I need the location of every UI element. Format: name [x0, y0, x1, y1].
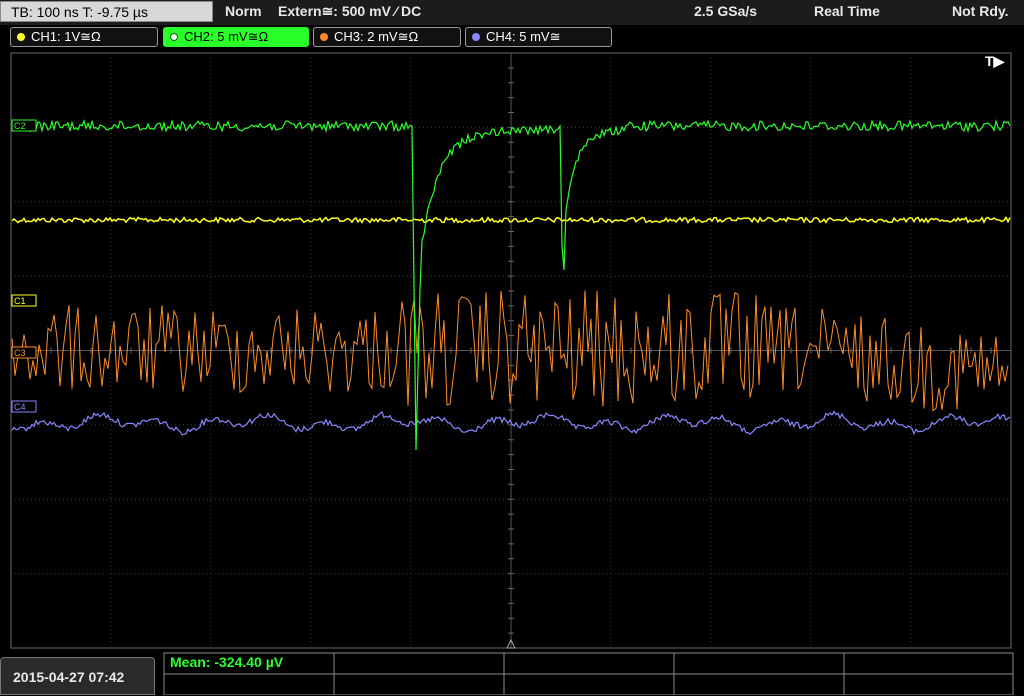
ch2-marker[interactable]: C2 [11, 119, 37, 132]
waveform-display[interactable]: C2 C1 C3 C4 T▶ [0, 50, 1024, 651]
ch2-marker-label: C2 [14, 121, 26, 131]
ch2-color-dot [170, 33, 178, 41]
tab-ch4-label: CH4: 5 mV≅ [486, 29, 561, 44]
acquisition-status: Not Rdy. [952, 3, 1009, 19]
ch4-marker[interactable]: C4 [11, 400, 37, 413]
tab-ch1[interactable]: CH1: 1V≅Ω [10, 27, 158, 47]
mean-measurement[interactable]: Mean: -324.40 µV [170, 654, 283, 670]
ch1-color-dot [17, 33, 25, 41]
trigger-mode[interactable]: Norm [225, 3, 262, 19]
ch3-marker-label: C3 [14, 348, 26, 358]
tab-ch3[interactable]: CH3: 2 mV≅Ω [313, 27, 461, 47]
status-bar: TB: 100 ns T: -9.75 µs Norm Extern≅: 500… [0, 0, 1024, 25]
graticule [10, 52, 1012, 649]
ch3-color-dot [320, 33, 328, 41]
ch1-marker[interactable]: C1 [11, 294, 37, 307]
acquisition-mode: Real Time [814, 3, 880, 19]
sample-rate: 2.5 GSa/s [694, 3, 758, 19]
tab-ch2[interactable]: CH2: 5 mV≅Ω [163, 27, 309, 47]
tab-ch2-label: CH2: 5 mV≅Ω [184, 29, 269, 44]
channel-tabs: CH1: 1V≅Ω CH2: 5 mV≅Ω CH3: 2 mV≅Ω CH4: 5… [0, 25, 1024, 50]
date-time-display[interactable]: 2015-04-27 07:42 [0, 657, 155, 695]
waveform-svg: C2 C1 C3 C4 T▶ [10, 52, 1012, 649]
tab-ch3-label: CH3: 2 mV≅Ω [334, 29, 419, 44]
tab-ch1-label: CH1: 1V≅Ω [31, 29, 101, 44]
ch1-marker-label: C1 [14, 296, 26, 306]
trigger-source[interactable]: Extern≅: 500 mV ⁄ DC [278, 3, 421, 20]
timebase-readout[interactable]: TB: 100 ns T: -9.75 µs [0, 1, 213, 22]
ch4-color-dot [472, 33, 480, 41]
tab-ch4[interactable]: CH4: 5 mV≅ [465, 27, 612, 47]
ch4-marker-label: C4 [14, 402, 26, 412]
trigger-position-marker[interactable]: T▶ [985, 53, 1006, 69]
ch3-marker[interactable]: C3 [11, 346, 37, 359]
